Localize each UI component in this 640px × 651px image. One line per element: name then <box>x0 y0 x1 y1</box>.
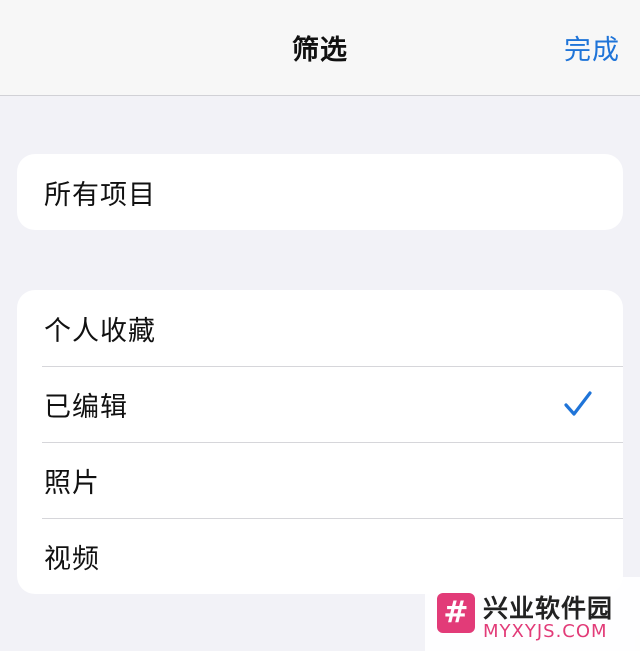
filter-row-all-items[interactable]: 所有项目 <box>17 154 623 230</box>
done-button[interactable]: 完成 <box>564 28 620 67</box>
filter-row-label: 已编辑 <box>44 391 128 423</box>
filter-row-edited[interactable]: 已编辑 <box>17 366 623 442</box>
filter-row-label: 个人收藏 <box>44 315 156 347</box>
filter-row-label: 所有项目 <box>44 179 156 211</box>
watermark-name: 兴业软件园 <box>483 594 614 623</box>
navigation-bar: 筛选 完成 <box>0 0 640 96</box>
filter-row-photos[interactable]: 照片 <box>17 442 623 518</box>
filter-row-label: 视频 <box>44 543 100 575</box>
all-items-group: 所有项目 <box>17 154 623 230</box>
watermark-site: MYXYJS.COM <box>483 621 608 642</box>
checkmark-icon <box>564 391 592 416</box>
watermark: # 兴业软件园 MYXYJS.COM <box>425 577 640 651</box>
watermark-logo-icon: # <box>437 593 475 633</box>
filter-row-label: 照片 <box>44 467 100 499</box>
filter-options-group: 个人收藏 已编辑 照片 视频 <box>17 290 623 594</box>
filter-row-favorites[interactable]: 个人收藏 <box>17 290 623 366</box>
page-title: 筛选 <box>292 35 348 66</box>
